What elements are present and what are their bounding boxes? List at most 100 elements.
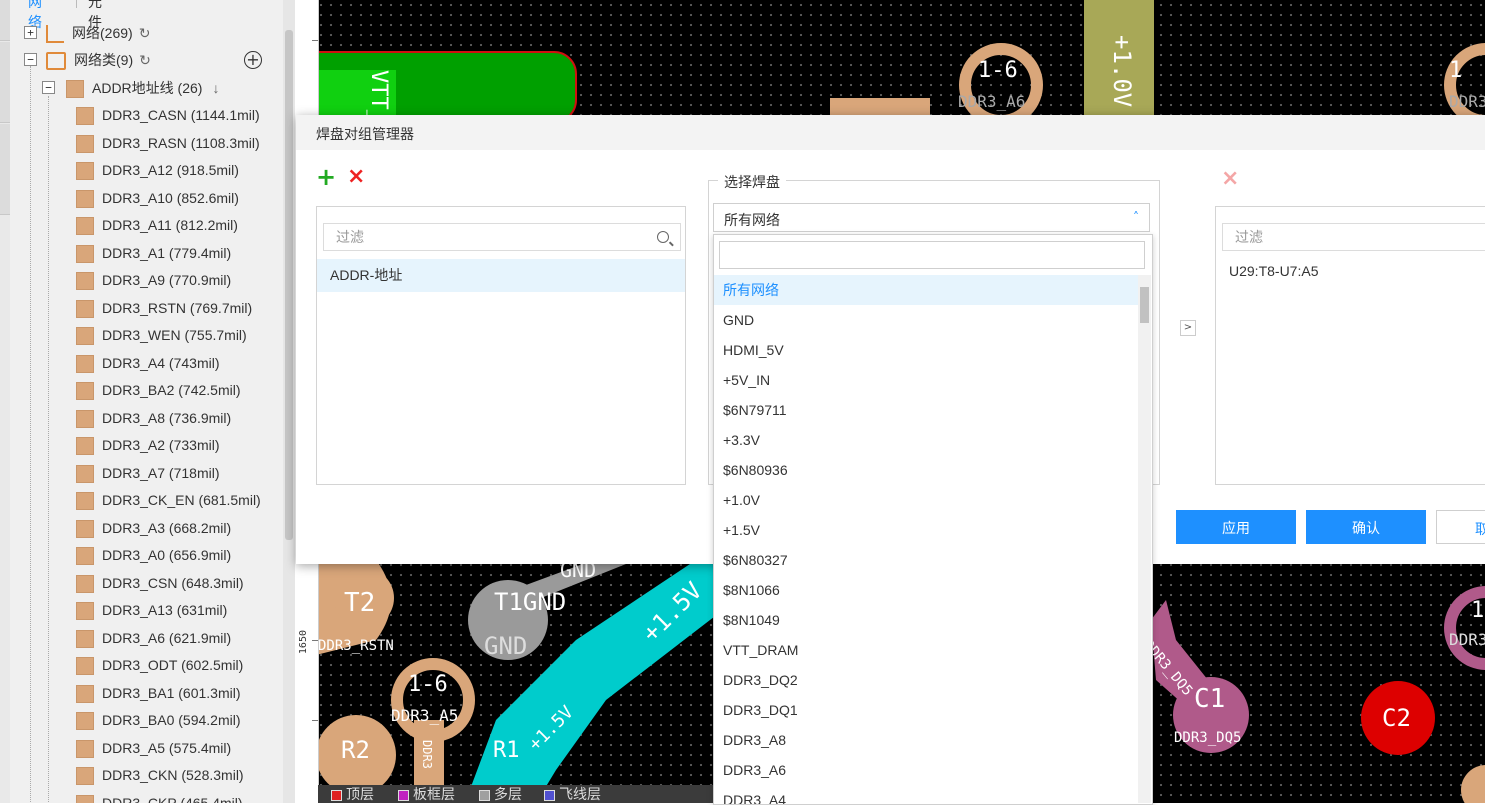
- side-tab-3[interactable]: [0, 124, 10, 215]
- net-item-label: DDR3_CASN (1144.1mil): [102, 107, 260, 123]
- add-netclass-icon[interactable]: +: [244, 51, 262, 69]
- layer-color-swatch: [544, 789, 555, 801]
- dropdown-option[interactable]: GND: [714, 305, 1138, 335]
- dropdown-option[interactable]: HDMI_5V: [714, 335, 1138, 365]
- dropdown-option[interactable]: DDR3_DQ2: [714, 665, 1138, 695]
- net-item[interactable]: DDR3_CKP (465.4mil): [76, 791, 243, 803]
- panel-scroll-thumb[interactable]: [285, 30, 293, 540]
- dropdown-option[interactable]: $6N80936: [714, 455, 1138, 485]
- pair-filter-input[interactable]: [1222, 223, 1485, 251]
- net-item-label: DDR3_A7 (718mil): [102, 464, 220, 481]
- refresh-icon[interactable]: ↻: [139, 52, 151, 68]
- dropdown-option[interactable]: $6N80327: [714, 545, 1138, 575]
- dropdown-option[interactable]: DDR3_A4: [714, 785, 1138, 804]
- dropdown-option[interactable]: +5V_IN: [714, 365, 1138, 395]
- net-swatch: [76, 244, 94, 263]
- group-filter-input[interactable]: [323, 223, 681, 251]
- gnd-label: GND: [484, 632, 528, 660]
- add-group-icon[interactable]: +: [316, 165, 336, 189]
- net-item[interactable]: DDR3_A5 (575.4mil): [76, 736, 231, 760]
- net-item[interactable]: DDR3_A8 (736.9mil): [76, 406, 231, 430]
- panel-scrollbar[interactable]: [283, 0, 295, 803]
- side-tab-2[interactable]: [0, 42, 10, 123]
- net-icon: [46, 25, 64, 44]
- layer-tab[interactable]: 板框层: [398, 785, 455, 803]
- refresh-icon[interactable]: ↻: [139, 25, 151, 41]
- tree-line: [30, 66, 31, 803]
- group-label: ADDR地址线 (26): [92, 80, 203, 96]
- dropdown-option[interactable]: $6N79711: [714, 395, 1138, 425]
- net-swatch: [76, 107, 94, 126]
- tree-node-group[interactable]: ADDR地址线 (26) ↓: [66, 76, 219, 100]
- layer-color-swatch: [331, 789, 342, 801]
- net-select[interactable]: 所有网络 ˄: [713, 203, 1150, 232]
- collapse-group-toggle[interactable]: −: [42, 81, 55, 94]
- net-item[interactable]: DDR3_WEN (755.7mil): [76, 323, 247, 347]
- pair-list-item[interactable]: U29:T8-U7:A5: [1229, 263, 1318, 279]
- right-pad-num: 1: [1449, 58, 1463, 83]
- net-item[interactable]: DDR3_CK_EN (681.5mil): [76, 488, 261, 512]
- dropdown-option[interactable]: $8N1066: [714, 575, 1138, 605]
- net-item[interactable]: DDR3_A3 (668.2mil): [76, 516, 231, 540]
- net-item[interactable]: DDR3_RSTN (769.7mil): [76, 296, 252, 320]
- dropdown-option[interactable]: +3.3V: [714, 425, 1138, 455]
- tree-node-netclass[interactable]: 网络类(9) ↻: [46, 48, 151, 72]
- group-swatch: [66, 80, 84, 99]
- net-item-label: DDR3_CSN (648.3mil): [102, 574, 244, 591]
- c1-label: C1: [1194, 684, 1226, 714]
- layer-tab[interactable]: 顶层: [331, 785, 374, 803]
- net-item[interactable]: DDR3_A0 (656.9mil): [76, 543, 231, 567]
- dropdown-option[interactable]: VTT_DRAM: [714, 635, 1138, 665]
- dropdown-option[interactable]: DDR3_DQ1: [714, 695, 1138, 725]
- net-item-label: DDR3_A11 (812.2mil): [102, 217, 238, 233]
- dropdown-option[interactable]: DDR3_A6: [714, 755, 1138, 785]
- dropdown-option[interactable]: 所有网络: [714, 275, 1138, 305]
- r2-label: R2: [341, 736, 370, 764]
- expand-nets-toggle[interactable]: +: [24, 26, 37, 39]
- layer-tab[interactable]: 多层: [479, 785, 522, 803]
- delete-group-icon[interactable]: ×: [347, 165, 365, 189]
- dropdown-scroll-thumb[interactable]: [1140, 287, 1149, 323]
- net-item[interactable]: DDR3_A12 (918.5mil): [76, 158, 239, 182]
- dropdown-option[interactable]: DDR3_A8: [714, 725, 1138, 755]
- move-right-button[interactable]: >: [1180, 320, 1196, 336]
- net-item[interactable]: DDR3_A11 (812.2mil): [76, 213, 238, 237]
- delete-pair-icon[interactable]: ×: [1221, 167, 1239, 191]
- net-item[interactable]: DDR3_A10 (852.6mil): [76, 186, 239, 210]
- net-item[interactable]: DDR3_BA0 (594.2mil): [76, 708, 241, 732]
- side-tab-1[interactable]: [0, 0, 10, 41]
- net-item[interactable]: DDR3_A1 (779.4mil): [76, 241, 231, 265]
- layer-tab[interactable]: 飞线层: [544, 785, 601, 803]
- net-item[interactable]: DDR3_CKN (528.3mil): [76, 763, 244, 787]
- cancel-button[interactable]: 取: [1436, 510, 1485, 544]
- net-item[interactable]: DDR3_A6 (621.9mil): [76, 626, 231, 650]
- apply-button[interactable]: 应用: [1176, 510, 1296, 544]
- net-item[interactable]: DDR3_CSN (648.3mil): [76, 571, 244, 595]
- net-item[interactable]: DDR3_A2 (733mil): [76, 433, 219, 457]
- net-item-label: DDR3_BA0 (594.2mil): [102, 712, 241, 728]
- net-item[interactable]: DDR3_A7 (718mil): [76, 461, 219, 485]
- select-pads-legend: 选择焊盘: [718, 172, 786, 192]
- net-item-label: DDR3_WEN (755.7mil): [102, 327, 247, 343]
- net-item[interactable]: DDR3_BA1 (601.3mil): [76, 681, 241, 705]
- net-item[interactable]: DDR3_A4 (743mil): [76, 351, 219, 375]
- tree-node-nets[interactable]: 网络(269) ↻: [46, 21, 150, 45]
- sort-down-icon[interactable]: ↓: [212, 80, 219, 96]
- dropdown-search-input[interactable]: [719, 241, 1145, 269]
- net-item[interactable]: DDR3_A9 (770.9mil): [76, 268, 231, 292]
- collapse-netclass-toggle[interactable]: −: [24, 53, 37, 66]
- net-item[interactable]: DDR3_CASN (1144.1mil): [76, 103, 260, 127]
- net-item[interactable]: DDR3_RASN (1108.3mil): [76, 131, 260, 155]
- net-item[interactable]: DDR3_BA2 (742.5mil): [76, 378, 241, 402]
- net-item[interactable]: DDR3_A13 (631mil): [76, 598, 227, 622]
- dropdown-option[interactable]: $8N1049: [714, 605, 1138, 635]
- dropdown-option[interactable]: +1.5V: [714, 515, 1138, 545]
- ruler-tick: [312, 640, 318, 641]
- dropdown-scrollbar[interactable]: [1138, 275, 1151, 803]
- t2-net: DDR3_RSTN: [318, 638, 394, 654]
- group-list-item[interactable]: ADDR-地址: [317, 259, 685, 292]
- confirm-button[interactable]: 确认: [1306, 510, 1426, 544]
- net-item[interactable]: DDR3_ODT (602.5mil): [76, 653, 243, 677]
- dropdown-option[interactable]: +1.0V: [714, 485, 1138, 515]
- net-item-label: DDR3_RASN (1108.3mil): [102, 134, 260, 151]
